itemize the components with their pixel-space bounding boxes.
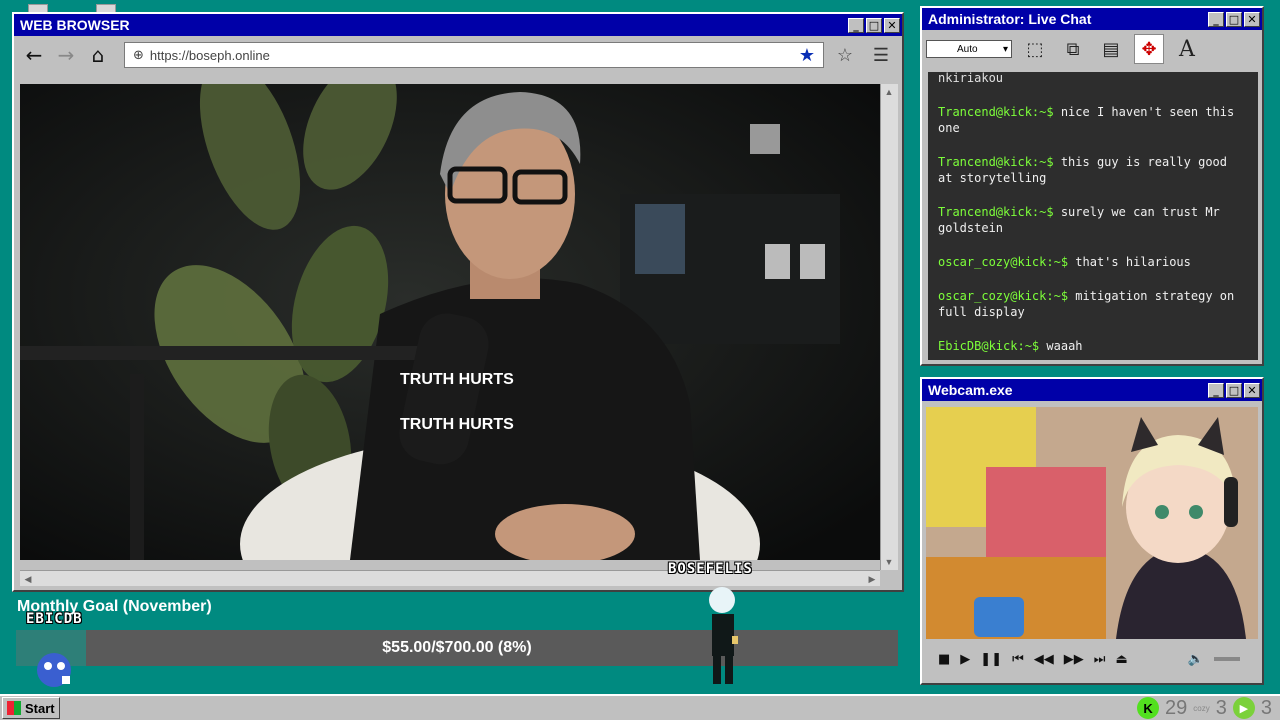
scroll-right-arrow-icon[interactable]: ▶ <box>864 571 880 587</box>
close-button[interactable]: ✕ <box>1244 11 1260 27</box>
blue-blob-sprite <box>37 653 71 687</box>
minimize-button[interactable]: _ <box>1208 382 1224 398</box>
browser-window: WEB BROWSER _ □ ✕ ← → ⌂ ⊕ https://boseph… <box>12 12 904 592</box>
video-frame: TRUTH HURTS TRUTH HURTS <box>20 84 880 560</box>
maximize-button[interactable]: □ <box>1226 382 1242 398</box>
address-bar[interactable]: ⊕ https://boseph.online ★ <box>124 42 824 68</box>
scroll-left-arrow-icon[interactable]: ◀ <box>20 571 36 587</box>
fast-forward-icon[interactable]: ▶▶ <box>1064 652 1084 667</box>
chat-message: Trancend@kick:~$ surely we can trust Mr … <box>938 204 1248 236</box>
chat-log[interactable]: nkiriakou Trancend@kick:~$ nice I haven'… <box>928 72 1258 360</box>
select-rect-icon[interactable]: ⬚ <box>1020 34 1050 64</box>
chat-message: Trancend@kick:~$ nice I haven't seen thi… <box>938 104 1248 136</box>
chat-message: Trancend@kick:~$ this guy is really good… <box>938 154 1248 186</box>
system-tray: K 29 cozy 3 ▶ 3 <box>1137 697 1272 720</box>
font-size-value: Auto <box>957 43 978 55</box>
play-tray-icon[interactable]: ▶ <box>1232 697 1255 719</box>
webcam-avatar-image <box>926 407 1258 639</box>
skip-back-icon[interactable]: ⏮ <box>1012 652 1024 667</box>
webcam-title: Webcam.exe <box>928 382 1013 398</box>
video-viewport[interactable]: TRUTH HURTS TRUTH HURTS <box>20 84 880 560</box>
vertical-scrollbar[interactable]: ▲ ▼ <box>880 84 898 570</box>
chat-username: EbicDB@kick:~$ <box>938 339 1040 353</box>
scroll-up-arrow-icon[interactable]: ▲ <box>881 84 897 100</box>
chat-toolbar: Auto ▾ ⬚ ⧉ ▤ ✥ A <box>922 30 1262 68</box>
close-button[interactable]: ✕ <box>1244 382 1260 398</box>
chat-username: oscar_cozy@kick:~$ <box>938 289 1069 303</box>
chat-username: Trancend@kick:~$ <box>938 105 1054 119</box>
move-icon[interactable]: ✥ <box>1134 34 1164 64</box>
cozy-count: 3 <box>1215 696 1227 719</box>
stop-icon[interactable]: ■ <box>938 652 950 667</box>
character-sprite <box>709 587 738 684</box>
copy-icon[interactable]: ⧉ <box>1058 34 1088 64</box>
chat-title: Administrator: Live Chat <box>928 11 1092 27</box>
play-count: 3 <box>1260 696 1272 719</box>
webcam-titlebar[interactable]: Webcam.exe _ □ ✕ <box>922 379 1262 401</box>
favorites-star-icon[interactable]: ☆ <box>828 45 862 66</box>
chat-username: Trancend@kick:~$ <box>938 155 1054 169</box>
browser-titlebar[interactable]: WEB BROWSER _ □ ✕ <box>14 14 902 36</box>
skip-forward-icon[interactable]: ⏭ <box>1094 652 1106 667</box>
mic-label-bottom: TRUTH HURTS <box>400 416 514 433</box>
goal-progress-text: $55.00/$700.00 (8%) <box>382 639 532 656</box>
mic-label-top: TRUTH HURTS <box>400 371 514 388</box>
url-text: https://boseph.online <box>149 47 270 63</box>
back-arrow-icon[interactable]: ← <box>20 41 48 69</box>
globe-icon: ⊕ <box>133 47 144 63</box>
chat-username: Trancend@kick:~$ <box>938 205 1054 219</box>
windows-logo-icon <box>7 701 21 715</box>
eject-icon[interactable]: ⏏ <box>1116 652 1128 667</box>
rewind-icon[interactable]: ◀◀ <box>1034 652 1054 667</box>
chat-username: oscar_cozy@kick:~$ <box>938 255 1069 269</box>
right-avatar-name: BOSEFELIS <box>668 561 753 577</box>
cozy-label: cozy <box>1193 703 1210 713</box>
taskbar: Start K 29 cozy 3 ▶ 3 <box>0 694 1280 720</box>
maximize-button[interactable]: □ <box>1226 11 1242 27</box>
forward-arrow-icon[interactable]: → <box>52 41 80 69</box>
font-icon[interactable]: A <box>1172 34 1202 64</box>
goal-progress-bar: $55.00/$700.00 (8%) <box>16 630 898 666</box>
chat-message: oscar_cozy@kick:~$ mitigation strategy o… <box>938 288 1248 320</box>
media-controls: ■ ▶ ❚❚ ⏮ ◀◀ ▶▶ ⏭ ⏏ 🔈 <box>926 641 1258 677</box>
maximize-button[interactable]: □ <box>866 17 882 33</box>
paste-icon[interactable]: ▤ <box>1096 34 1126 64</box>
chat-text: waaah <box>1046 339 1083 353</box>
browser-toolbar: ← → ⌂ ⊕ https://boseph.online ★ ☆ ☰ <box>14 36 902 74</box>
chat-message: oscar_cozy@kick:~$ that's hilarious <box>938 254 1248 270</box>
chevron-down-icon: ▾ <box>1002 43 1008 55</box>
chat-window: Administrator: Live Chat _ □ ✕ Auto ▾ ⬚ … <box>920 6 1264 366</box>
start-button[interactable]: Start <box>2 697 60 719</box>
play-icon[interactable]: ▶ <box>960 652 970 667</box>
webcam-view <box>926 407 1258 639</box>
chat-partial-line: nkiriakou <box>938 72 1004 85</box>
webcam-window: Webcam.exe _ □ ✕ ■ ▶ ❚❚ ⏮ ◀◀ ▶▶ ⏭ ⏏ 🔈 <box>920 377 1264 685</box>
minimize-button[interactable]: _ <box>1208 11 1224 27</box>
start-label: Start <box>25 700 55 716</box>
bookmark-star-icon[interactable]: ★ <box>799 45 815 66</box>
minimize-button[interactable]: _ <box>848 17 864 33</box>
kick-count: 29 <box>1165 696 1188 719</box>
close-button[interactable]: ✕ <box>884 17 900 33</box>
menu-icon[interactable]: ☰ <box>866 45 896 66</box>
home-icon[interactable]: ⌂ <box>84 41 112 69</box>
pause-icon[interactable]: ❚❚ <box>980 652 1002 667</box>
font-size-select[interactable]: Auto ▾ <box>926 40 1012 58</box>
chat-titlebar[interactable]: Administrator: Live Chat _ □ ✕ <box>922 8 1262 30</box>
scroll-down-arrow-icon[interactable]: ▼ <box>881 554 897 570</box>
chat-text: that's hilarious <box>1075 255 1191 269</box>
volume-icon[interactable]: 🔈 <box>1188 652 1204 667</box>
volume-slider[interactable] <box>1214 657 1240 661</box>
browser-title: WEB BROWSER <box>20 17 130 33</box>
goal-title: Monthly Goal (November) <box>17 598 212 615</box>
chat-message: EbicDB@kick:~$ waaah <box>938 338 1248 354</box>
kick-icon[interactable]: K <box>1137 697 1160 719</box>
